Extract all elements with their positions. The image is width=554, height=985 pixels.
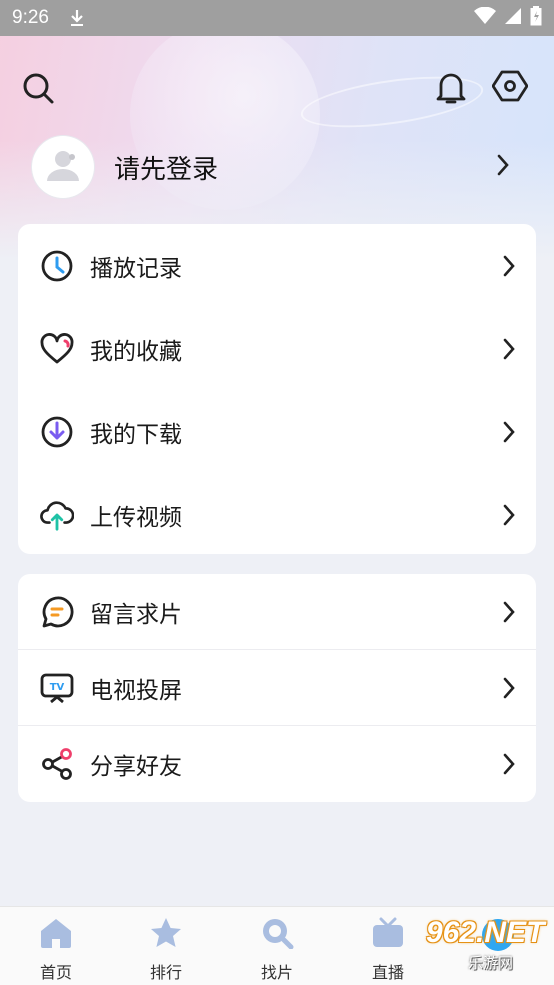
menu-item-share[interactable]: 分享好友 xyxy=(18,726,536,802)
menu-item-label: 留言求片 xyxy=(90,602,182,628)
star-icon xyxy=(149,917,183,953)
search-button[interactable] xyxy=(18,70,58,110)
hexagon-settings-icon xyxy=(491,68,529,108)
share-icon xyxy=(40,747,74,781)
tv-icon xyxy=(371,917,405,953)
tab-label: 直播 xyxy=(371,963,404,982)
menu-item-label: 电视投屏 xyxy=(90,678,182,704)
tab-ranking[interactable]: 排行 xyxy=(126,917,206,983)
menu-item-upload[interactable]: 上传视频 xyxy=(18,473,536,556)
tab-label: 首页 xyxy=(39,963,72,982)
signal-icon xyxy=(504,7,522,29)
menu-item-label: 分享好友 xyxy=(90,754,182,780)
heart-icon xyxy=(40,332,74,366)
menu-item-downloads[interactable]: 我的下载 xyxy=(18,390,536,473)
bell-icon xyxy=(434,70,468,110)
battery-icon xyxy=(530,6,542,30)
settings-button[interactable] xyxy=(490,68,530,108)
chevron-right-icon xyxy=(502,676,516,704)
menu-item-label: 上传视频 xyxy=(90,504,182,531)
watermark-sub: 乐游网 xyxy=(468,954,514,972)
menu-item-label: 播放记录 xyxy=(90,255,182,282)
primary-menu-card: 播放记录 我的收藏 我的下载 上传视频 xyxy=(18,224,536,554)
clock-icon xyxy=(40,249,74,283)
status-time: 9:26 xyxy=(12,7,49,28)
menu-item-history[interactable]: 播放记录 xyxy=(18,224,536,307)
download-status-icon xyxy=(69,9,85,27)
header-background xyxy=(0,0,554,260)
message-icon xyxy=(40,595,74,629)
user-avatar-icon xyxy=(45,148,81,186)
avatar[interactable] xyxy=(32,136,94,198)
tab-home[interactable]: 首页 xyxy=(16,917,96,983)
login-prompt[interactable]: 请先登录 xyxy=(114,149,218,186)
status-bar: 9:26 xyxy=(0,0,554,36)
download-icon xyxy=(40,415,74,449)
chevron-right-icon xyxy=(502,337,516,365)
chevron-right-icon xyxy=(502,600,516,628)
tv-icon: TV xyxy=(40,671,74,705)
svg-text:TV: TV xyxy=(50,682,65,693)
search-icon xyxy=(260,917,294,953)
chevron-right-icon xyxy=(502,503,516,531)
menu-item-request[interactable]: 留言求片 xyxy=(18,574,536,650)
chevron-right-icon xyxy=(502,420,516,448)
wifi-icon xyxy=(474,6,496,29)
chevron-right-icon xyxy=(502,752,516,780)
watermark-logo: 962.NET 乐游网 xyxy=(408,916,548,974)
secondary-menu-card: 留言求片 TV 电视投屏 分享好友 xyxy=(18,574,536,802)
tab-label: 排行 xyxy=(149,963,182,982)
cloud-upload-icon xyxy=(40,498,74,532)
tab-label: 找片 xyxy=(260,963,293,982)
watermark-brand: 962.NET xyxy=(426,916,545,949)
tab-find[interactable]: 找片 xyxy=(237,917,317,983)
chevron-right-icon xyxy=(496,153,510,181)
home-icon xyxy=(39,917,73,953)
chevron-right-icon xyxy=(502,254,516,282)
login-row[interactable]: 请先登录 xyxy=(32,134,522,200)
menu-item-cast[interactable]: TV 电视投屏 xyxy=(18,650,536,726)
menu-item-label: 我的收藏 xyxy=(90,338,182,365)
menu-item-label: 我的下载 xyxy=(90,421,182,448)
menu-item-favorites[interactable]: 我的收藏 xyxy=(18,307,536,390)
search-icon xyxy=(21,71,55,109)
notifications-button[interactable] xyxy=(431,70,471,110)
